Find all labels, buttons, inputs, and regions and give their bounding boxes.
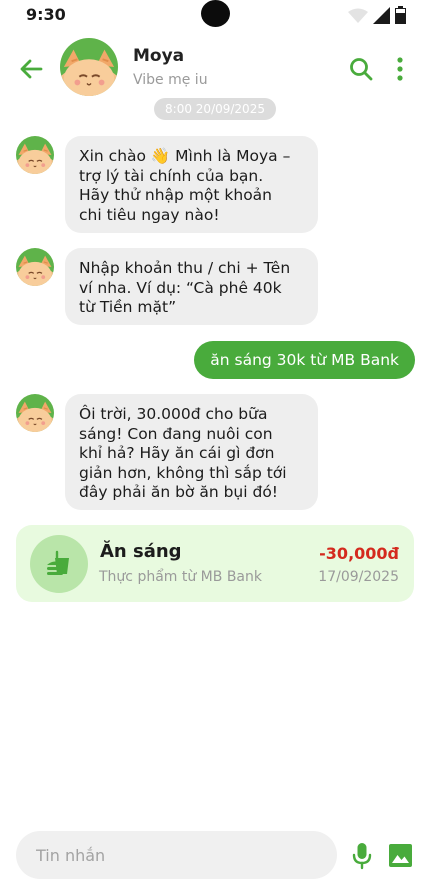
back-arrow-icon[interactable] xyxy=(18,56,44,82)
timestamp-chip: 8:00 20/09/2025 xyxy=(154,98,276,120)
camera-cutout xyxy=(201,0,230,27)
bot-message-bubble: Ôi trời, 30.000đ cho bữa sáng! Con đang … xyxy=(65,394,318,510)
avatar[interactable] xyxy=(60,38,118,96)
message-line: sáng! Con đang nuôi con xyxy=(79,424,273,443)
signal-icon xyxy=(373,7,390,24)
message-input[interactable] xyxy=(16,831,337,879)
message-line: chi tiêu ngay nào! xyxy=(79,205,220,224)
message-line: trợ lý tài chính của bạn. xyxy=(79,166,264,185)
transaction-amount: -30,000đ xyxy=(319,544,399,563)
message-line: Nhập khoản thu / chi + Tên xyxy=(79,259,291,277)
status-time: 9:30 xyxy=(26,5,66,24)
bot-message-bubble: Xin chào 👋 Mình là Moya – trợ lý tài chí… xyxy=(65,136,318,233)
image-icon[interactable] xyxy=(388,843,413,868)
message-line: Hãy thử nhập một khoản xyxy=(79,186,273,204)
transaction-card[interactable]: Ăn sáng Thực phẩm từ MB Bank -30,000đ 17… xyxy=(16,525,414,602)
transaction-title: Ăn sáng xyxy=(100,541,182,562)
battery-icon xyxy=(395,6,406,24)
message-line: Xin chào 👋 Mình là Moya – xyxy=(79,147,291,165)
bot-avatar[interactable] xyxy=(16,136,54,174)
fox-avatar-icon xyxy=(16,248,54,286)
user-message-bubble: ăn sáng 30k từ MB Bank xyxy=(194,341,415,379)
search-icon[interactable] xyxy=(348,56,374,82)
bot-message-bubble: Nhập khoản thu / chi + Tên ví nha. Ví dụ… xyxy=(65,248,318,325)
fox-avatar-icon xyxy=(60,38,118,96)
status-bar: 9:30 xyxy=(0,0,430,30)
food-icon xyxy=(47,550,69,575)
message-line: ví nha. Ví dụ: “Cà phê 40k xyxy=(79,278,282,297)
status-icons xyxy=(348,6,406,24)
message-line: khỉ hả? Hãy ăn cái gì đơn xyxy=(79,444,275,462)
fox-avatar-icon xyxy=(16,136,54,174)
bot-avatar[interactable] xyxy=(16,394,54,432)
message-line: đây phải ăn bờ ăn bụi đó! xyxy=(79,483,279,501)
message-line: từ Tiền mặt” xyxy=(79,298,177,316)
message-composer xyxy=(16,831,337,879)
transaction-category-icon xyxy=(30,535,88,593)
fox-avatar-icon xyxy=(16,394,54,432)
transaction-date: 17/09/2025 xyxy=(318,569,399,585)
message-line: Ôi trời, 30.000đ cho bữa xyxy=(79,405,268,423)
microphone-icon[interactable] xyxy=(352,842,372,870)
wifi-icon xyxy=(348,8,368,23)
contact-name: Moya xyxy=(133,46,185,66)
contact-subtitle: Vibe mẹ iu xyxy=(133,72,208,88)
message-line: giản hơn, không thì sắp tới xyxy=(79,463,287,482)
chat-header: Moya Vibe mẹ iu xyxy=(0,36,430,100)
bot-avatar[interactable] xyxy=(16,248,54,286)
more-vertical-icon[interactable] xyxy=(392,56,408,82)
transaction-description: Thực phẩm từ MB Bank xyxy=(99,569,262,585)
